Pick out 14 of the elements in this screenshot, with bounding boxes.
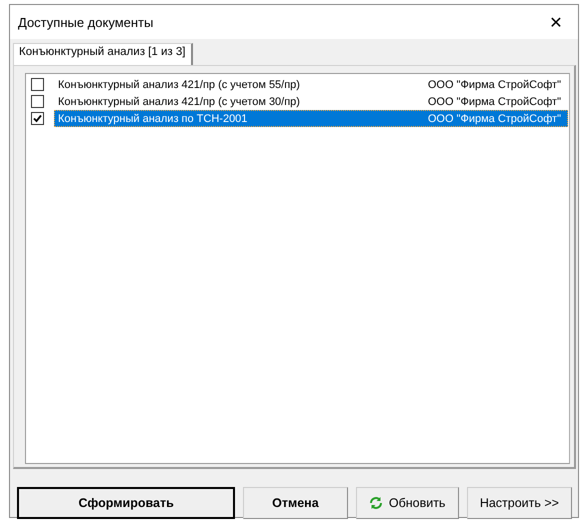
list-item[interactable]: Конъюнктурный анализ 421/пр (с учетом 30/пр) ООО "Фирма СтройСофт" — [54, 93, 568, 110]
list-item[interactable]: Конъюнктурный анализ по ТСН-2001 ООО "Фирма СтройСофт" — [54, 110, 568, 127]
refresh-icon — [368, 496, 383, 510]
close-button[interactable]: ✕ — [534, 5, 578, 39]
tab[interactable]: Конъюнктурный анализ [1 из 3] — [13, 43, 194, 65]
settings-button[interactable]: Настроить >> — [466, 487, 572, 519]
generate-button[interactable]: Сформировать — [17, 487, 236, 519]
checkbox[interactable] — [31, 95, 44, 108]
window-title: Доступные документы — [18, 14, 154, 30]
checkbox[interactable] — [31, 78, 44, 91]
cancel-button[interactable]: Отмена — [243, 487, 348, 519]
list-item[interactable]: Конъюнктурный анализ 421/пр (с учетом 55/пр) ООО "Фирма СтройСофт" — [54, 76, 568, 93]
checkbox[interactable] — [31, 112, 44, 125]
refresh-button[interactable]: Обновить — [356, 487, 459, 519]
